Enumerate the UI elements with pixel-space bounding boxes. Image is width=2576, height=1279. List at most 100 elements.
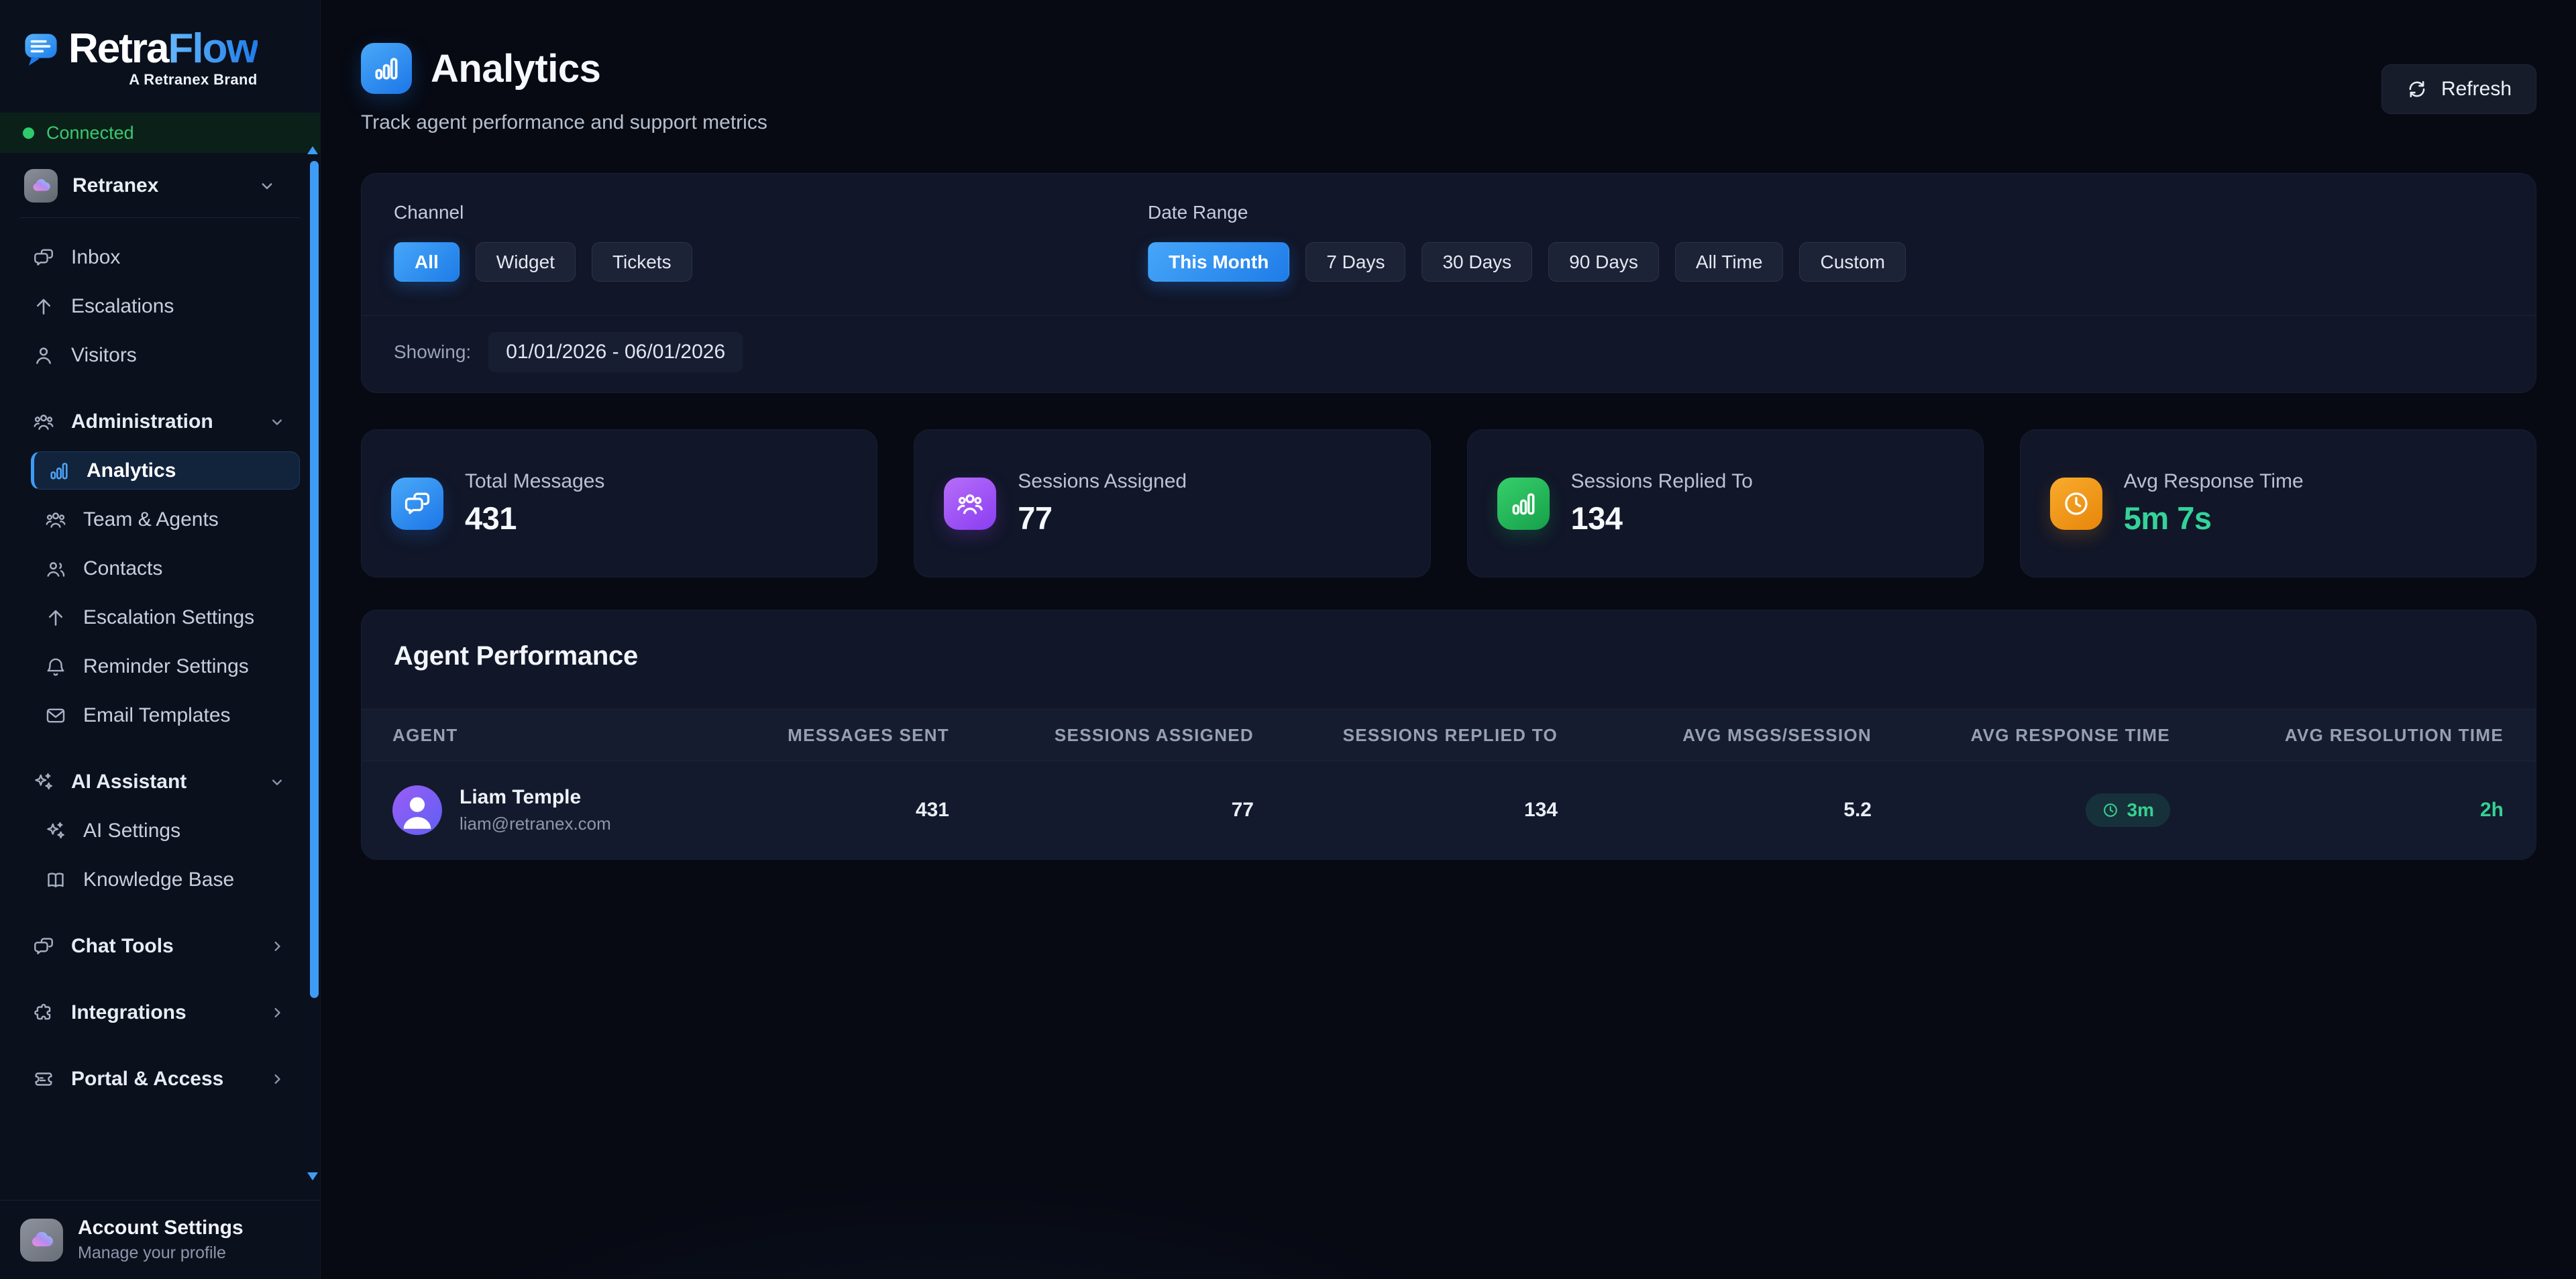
brand-name: RetraFlow (68, 28, 258, 70)
column-header-messages-sent: MESSAGES SENT (788, 725, 949, 746)
date-range-option-30-days[interactable]: 30 Days (1421, 242, 1532, 282)
sidebar-item-knowledge-base[interactable]: Knowledge Base (31, 860, 300, 899)
bar-chart-icon (48, 459, 70, 482)
sidebar-item-email-templates[interactable]: Email Templates (31, 696, 300, 734)
bell-icon (44, 655, 67, 678)
account-title: Account Settings (78, 1217, 244, 1239)
date-range-option-7-days[interactable]: 7 Days (1305, 242, 1405, 282)
response-time-badge: 3m (2086, 793, 2170, 827)
cell-avg-resolution-time: 2h (2480, 799, 2504, 822)
arrow-up-icon (32, 295, 55, 318)
account-subtitle: Manage your profile (78, 1243, 244, 1263)
agent-name: Liam Temple (460, 786, 611, 809)
sidebar-section-ai-assistant[interactable]: AI Assistant (19, 763, 300, 801)
stat-value: 134 (1571, 500, 1753, 537)
channel-option-all[interactable]: All (394, 242, 460, 282)
contacts-icon (44, 557, 67, 580)
column-header-avg-response-time: AVG RESPONSE TIME (1970, 725, 2170, 746)
agent-email: liam@retranex.com (460, 814, 611, 834)
sidebar-item-reminder-settings[interactable]: Reminder Settings (31, 647, 300, 685)
clock-icon (2050, 478, 2102, 530)
analytics-tile-icon (361, 43, 412, 94)
account-settings[interactable]: Account Settings Manage your profile (0, 1200, 320, 1279)
sidebar-item-escalations[interactable]: Escalations (19, 287, 300, 325)
refresh-button[interactable]: Refresh (2381, 64, 2536, 114)
date-range-option-all-time[interactable]: All Time (1675, 242, 1784, 282)
cell-sessions-replied: 134 (1524, 799, 1558, 822)
chevron-down-icon (268, 773, 286, 791)
date-range-option-this-month[interactable]: This Month (1148, 242, 1289, 282)
sidebar-nav: Inbox Escalations Visitors Administratio… (0, 218, 320, 1200)
stat-card-total-messages: Total Messages 431 (361, 429, 877, 577)
table-row[interactable]: Liam Temple liam@retranex.com 431 77 134… (362, 761, 2536, 859)
sidebar-item-ai-settings[interactable]: AI Settings (31, 812, 300, 850)
ticket-icon (32, 1068, 55, 1091)
agent-avatar (392, 785, 442, 835)
chat-bubbles-icon (391, 478, 443, 530)
sparkles-icon (32, 771, 55, 793)
channel-filter-group: Channel All Widget Tickets (394, 202, 1148, 282)
sidebar-item-team-agents[interactable]: Team & Agents (31, 500, 300, 539)
chat-bubble-icon (32, 935, 55, 958)
column-header-avg-msgs-session: AVG MSGS/SESSION (1682, 725, 1872, 746)
sidebar-section-chat-tools[interactable]: Chat Tools (19, 927, 300, 965)
chevron-right-icon (268, 1070, 286, 1089)
brand-logo: RetraFlow A Retranex Brand (0, 0, 320, 95)
user-icon (32, 344, 55, 367)
sidebar-item-escalation-settings[interactable]: Escalation Settings (31, 598, 300, 636)
agent-performance-title: Agent Performance (362, 641, 2536, 671)
account-avatar (20, 1219, 63, 1262)
agent-cell: Liam Temple liam@retranex.com (392, 785, 645, 835)
refresh-icon (2406, 78, 2428, 100)
date-range-option-90-days[interactable]: 90 Days (1548, 242, 1659, 282)
sidebar-item-inbox[interactable]: Inbox (19, 238, 300, 276)
page-subtitle: Track agent performance and support metr… (361, 111, 767, 134)
scroll-up-arrow-icon[interactable] (307, 146, 318, 154)
channel-label: Channel (394, 202, 1148, 223)
sidebar-section-administration[interactable]: Administration (19, 402, 300, 441)
chevron-right-icon (268, 1003, 286, 1022)
connection-status: Connected (0, 113, 320, 153)
workspace-switcher[interactable]: Retranex (0, 153, 320, 216)
sparkles-icon (44, 820, 67, 842)
cell-sessions-assigned: 77 (1232, 799, 1254, 822)
table-header-row: AGENT MESSAGES SENT SESSIONS ASSIGNED SE… (362, 709, 2536, 761)
users-icon (44, 508, 67, 531)
column-header-agent: AGENT (392, 725, 645, 746)
sidebar-item-visitors[interactable]: Visitors (19, 336, 300, 374)
stat-card-sessions-replied: Sessions Replied To 134 (1467, 429, 1984, 577)
sidebar-item-contacts[interactable]: Contacts (31, 549, 300, 588)
chevron-down-icon (257, 176, 277, 196)
filters-panel: Channel All Widget Tickets Date Range Th… (361, 173, 2536, 393)
channel-option-widget[interactable]: Widget (476, 242, 576, 282)
puzzle-icon (32, 1001, 55, 1024)
sidebar-section-integrations[interactable]: Integrations (19, 993, 300, 1032)
stat-value: 5m 7s (2124, 500, 2304, 537)
workspace-avatar (24, 169, 58, 203)
stat-label: Sessions Replied To (1571, 470, 1753, 493)
page-title-block: Analytics Track agent performance and su… (361, 43, 767, 134)
sidebar-section-portal-access[interactable]: Portal & Access (19, 1060, 300, 1098)
brand-bubble-icon (23, 28, 59, 67)
cell-messages-sent: 431 (916, 799, 949, 822)
column-header-avg-resolution-time: AVG RESOLUTION TIME (2285, 725, 2504, 746)
sidebar: RetraFlow A Retranex Brand Connected Ret… (0, 0, 321, 1279)
chevron-right-icon (268, 937, 286, 956)
sidebar-scrollbar[interactable] (310, 161, 319, 998)
showing-label: Showing: (394, 341, 471, 363)
stat-card-sessions-assigned: Sessions Assigned 77 (914, 429, 1430, 577)
date-range-option-custom[interactable]: Custom (1799, 242, 1905, 282)
stat-label: Avg Response Time (2124, 470, 2304, 493)
sidebar-item-analytics[interactable]: Analytics (31, 451, 300, 490)
stat-label: Total Messages (465, 470, 604, 493)
channel-option-tickets[interactable]: Tickets (592, 242, 692, 282)
main-content: Analytics Track agent performance and su… (321, 0, 2576, 1279)
filter-divider (362, 315, 2536, 316)
workspace-name: Retranex (72, 174, 158, 197)
bar-chart-icon (1497, 478, 1550, 530)
stats-row: Total Messages 431 Sessions Assigned 77 … (361, 429, 2536, 577)
scroll-down-arrow-icon[interactable] (307, 1172, 318, 1180)
date-range-label: Date Range (1148, 202, 1906, 223)
stat-label: Sessions Assigned (1018, 470, 1187, 493)
stat-value: 431 (465, 500, 604, 537)
